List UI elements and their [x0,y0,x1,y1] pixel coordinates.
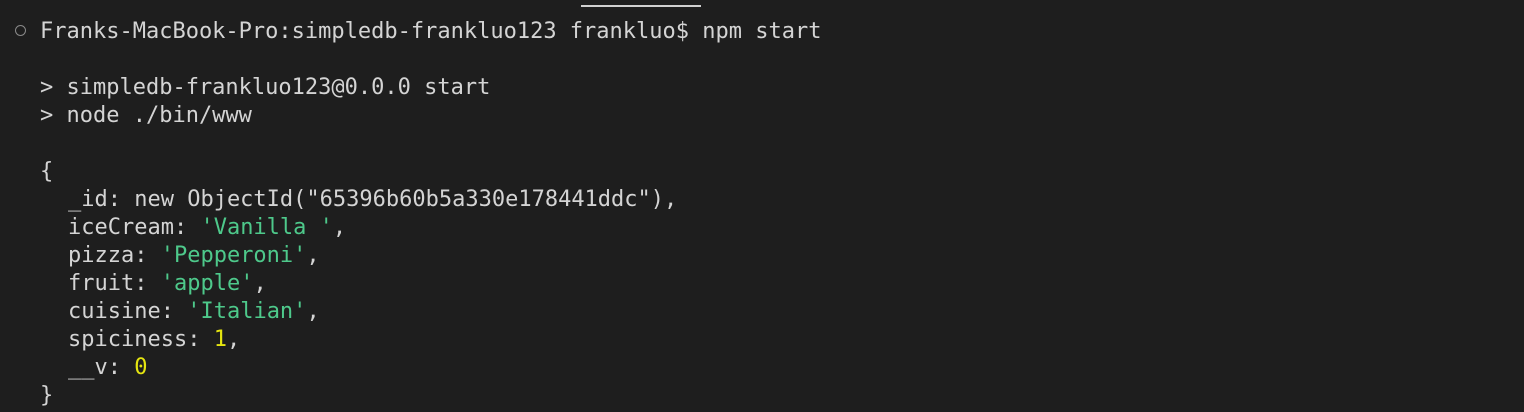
field-comma: , [226,327,241,352]
command-status-icon[interactable] [15,25,26,36]
field-number-value: 1 [213,327,227,352]
field-key: fruit: [68,271,161,296]
field-version: __v: 0 [40,354,147,382]
field-comma: , [253,271,267,296]
field-pizza: pizza: 'Pepperoni', [40,242,320,270]
field-key: __v: [68,355,135,380]
field-string-value: 'Italian' [187,299,307,324]
field-key: iceCream: [68,215,201,240]
field-comma: , [332,215,347,240]
field-comma: , [306,299,320,324]
field-icecream: iceCream: 'Vanilla ', [40,214,346,242]
field-string-value: 'apple' [160,271,254,296]
command-prompt: Franks-MacBook-Pro:simpledb-frankluo123 … [40,19,822,44]
field-string-value: 'Pepperoni' [160,243,307,268]
field-spiciness: spiciness: 1, [40,326,240,354]
field-comma: , [306,243,320,268]
field-cuisine: cuisine: 'Italian', [40,298,320,326]
field-string-value: 'Vanilla ' [200,215,333,240]
output-run-line: > simpledb-frankluo123@0.0.0 start [40,75,491,100]
field-fruit: fruit: 'apple', [40,270,267,298]
terminal-panel[interactable]: Franks-MacBook-Pro:simpledb-frankluo123 … [0,0,1524,412]
active-tab-indicator [581,5,701,7]
field-key: cuisine: [68,299,188,324]
field-number-value: 0 [134,355,148,380]
field-key: spiciness: [68,327,214,352]
output-run-line: > node ./bin/www [40,103,252,128]
object-open-brace: { [40,159,54,184]
object-close-brace: } [40,383,54,408]
field-id: _id: new ObjectId("65396b60b5a330e178441… [68,187,678,212]
field-key: pizza: [68,243,161,268]
